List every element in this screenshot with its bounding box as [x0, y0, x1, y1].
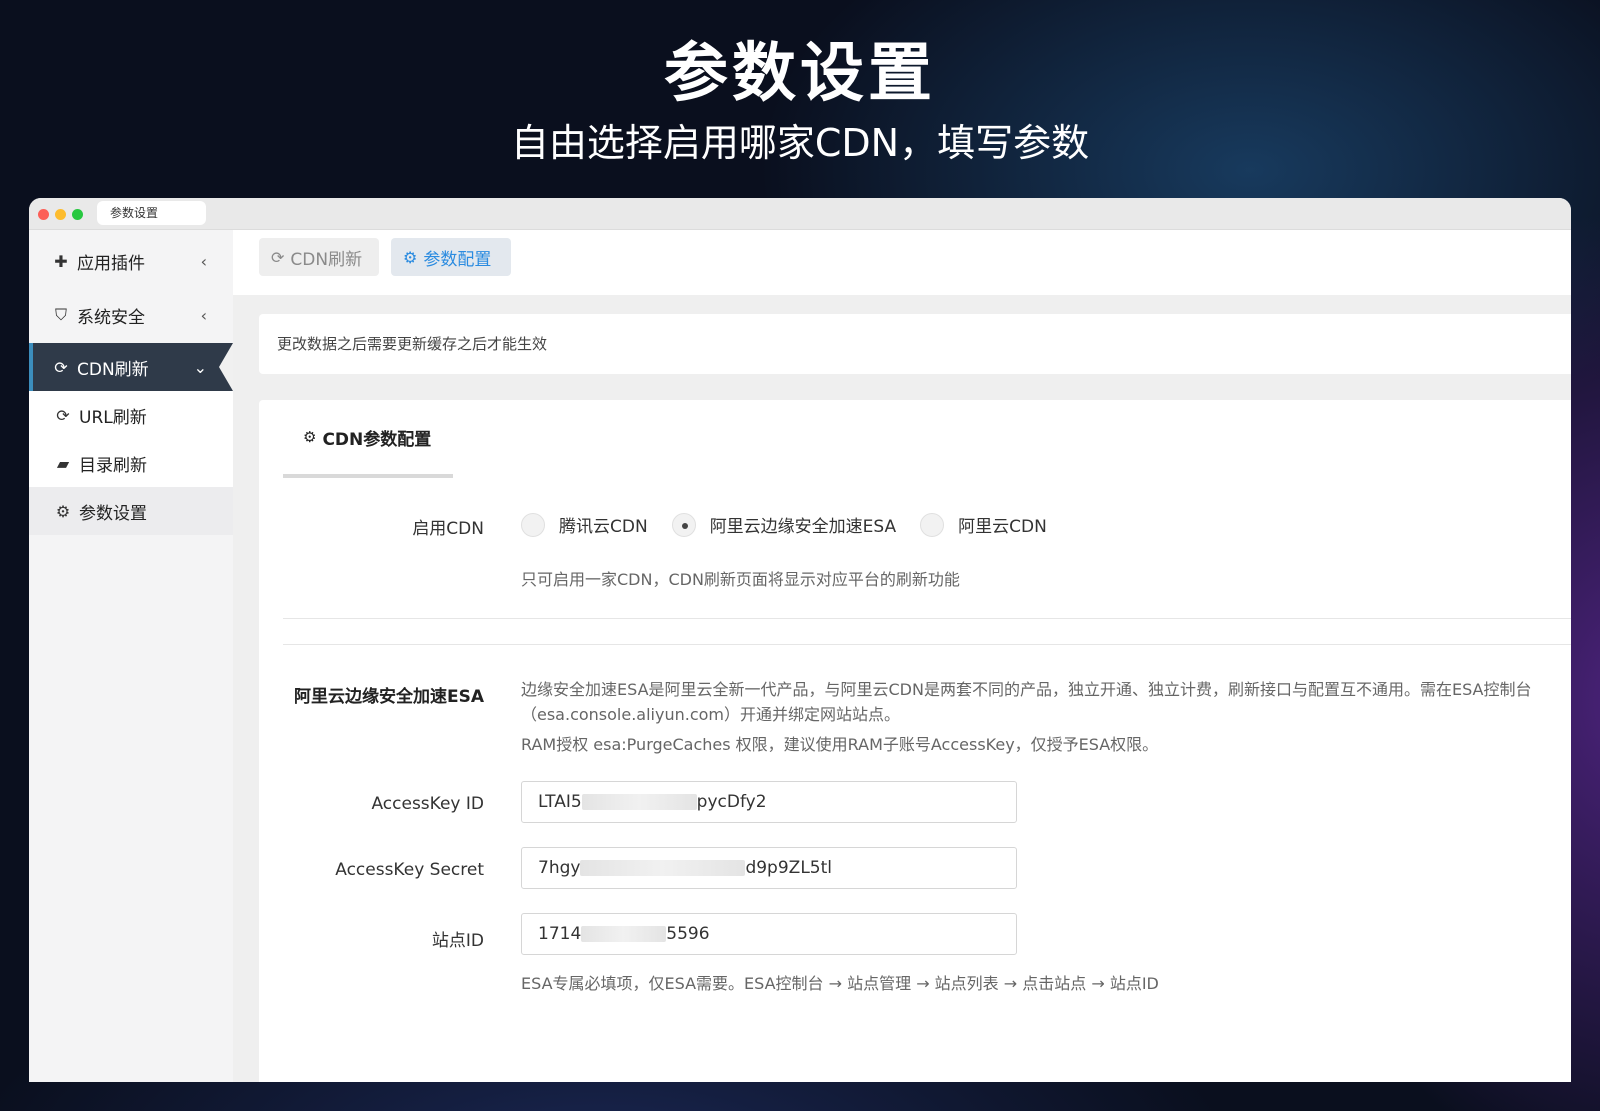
esa-description: 边缘安全加速ESA是阿里云全新一代产品，与阿里云CDN是两套不同的产品，独立开通… [521, 680, 1532, 724]
config-card: ⚙ CDN参数配置 启用CDN 腾讯云CDN 阿里云边缘安全加速ESA 阿里云C… [259, 400, 1571, 1082]
radio-aliyun-cdn[interactable] [920, 512, 945, 537]
minimize-window-button[interactable] [55, 209, 66, 220]
access-key-id-input[interactable]: LTAI5 pycDfy2 [521, 781, 1017, 823]
refresh-icon: ⟳ [56, 405, 70, 425]
sidebar: ✚ 应用插件 ‹ ⛉ 系统安全 ‹ ⟳ CDN刷新 ⌄ ⟳ URL刷新 ▰ 目录… [29, 230, 233, 1082]
chevron-left-icon: ‹ [200, 305, 207, 325]
folder-open-icon: ▰ [56, 453, 70, 473]
card-tab-label: CDN参数配置 [322, 429, 432, 450]
hero-title: 参数设置 [664, 37, 936, 111]
close-window-button[interactable] [38, 209, 49, 220]
active-indicator [219, 343, 233, 391]
site-id-input[interactable]: 1714 5596 [521, 913, 1017, 955]
chevron-down-icon: ⌄ [193, 357, 207, 377]
value-start: 7hgy [538, 858, 581, 878]
value-end: 5596 [666, 924, 710, 944]
value-start: LTAI5 [538, 792, 582, 812]
sidebar-item-params[interactable]: ⚙ 参数设置 [29, 487, 233, 535]
cache-notice: 更改数据之后需要更新缓存之后才能生效 [259, 314, 1571, 374]
access-key-id-label: AccessKey ID [371, 794, 484, 814]
esa-section-label: 阿里云边缘安全加速ESA [293, 687, 484, 707]
sidebar-item-label: 应用插件 [77, 253, 145, 274]
ram-note: RAM授权 esa:PurgeCaches 权限，建议使用RAM子账号Acces… [521, 735, 1159, 754]
value-start: 1714 [538, 924, 582, 944]
gear-icon: ⚙ [303, 428, 317, 446]
divider [283, 644, 1571, 645]
main-content: ⟳ CDN刷新 ⚙ 参数配置 更改数据之后需要更新缓存之后才能生效 ⚙ CDN参… [233, 230, 1571, 1082]
chevron-left-icon: ‹ [200, 251, 207, 271]
shield-icon: ⛉ [54, 305, 67, 324]
enable-cdn-label: 启用CDN [412, 519, 484, 539]
sidebar-item-label: 系统安全 [77, 307, 145, 328]
browser-tab[interactable]: 参数设置 [97, 201, 206, 225]
radio-tencent-cdn[interactable] [521, 512, 545, 537]
divider [283, 618, 1571, 619]
redaction-blur [581, 794, 697, 810]
sidebar-item-cdn-refresh[interactable]: ⟳ CDN刷新 ⌄ [29, 343, 233, 391]
sidebar-item-label: CDN刷新 [77, 359, 149, 380]
value-end: d9p9ZL5tl [745, 858, 832, 878]
sidebar-item-plugins[interactable]: ✚ 应用插件 ‹ [29, 236, 233, 286]
enable-cdn-help: 只可启用一家CDN，CDN刷新页面将显示对应平台的刷新功能 [521, 570, 960, 589]
site-id-help: ESA专属必填项，仅ESA需要。ESA控制台 → 站点管理 → 站点列表 → 点… [521, 974, 1159, 993]
puzzle-icon: ✚ [54, 251, 68, 271]
radio-label-tencent[interactable]: 腾讯云CDN [559, 512, 648, 537]
tab-params-config[interactable]: ⚙ 参数配置 [391, 238, 511, 276]
tab-label: CDN刷新 [290, 249, 363, 270]
site-id-label: 站点ID [431, 931, 484, 951]
app-window: 参数设置 ✚ 应用插件 ‹ ⛉ 系统安全 ‹ ⟳ CDN刷新 ⌄ ⟳ URL刷新… [29, 198, 1571, 1082]
value-end: pycDfy2 [696, 792, 767, 812]
redaction-blur [580, 860, 746, 876]
gear-icon: ⚙ [403, 247, 418, 267]
refresh-icon: ⟳ [54, 357, 68, 377]
sidebar-item-label: 参数设置 [79, 503, 147, 524]
maximize-window-button[interactable] [72, 209, 83, 220]
access-key-secret-label: AccessKey Secret [335, 860, 484, 880]
sidebar-item-url-refresh[interactable]: ⟳ URL刷新 [29, 391, 233, 439]
sidebar-item-label: 目录刷新 [79, 455, 147, 476]
radio-label-esa[interactable]: 阿里云边缘安全加速ESA [710, 512, 896, 537]
sidebar-item-dir-refresh[interactable]: ▰ 目录刷新 [29, 439, 233, 487]
top-tabbar: ⟳ CDN刷新 ⚙ 参数配置 [233, 230, 1571, 295]
window-titlebar: 参数设置 [29, 198, 1571, 230]
radio-label-aliyun-cdn[interactable]: 阿里云CDN [958, 512, 1047, 537]
sidebar-item-security[interactable]: ⛉ 系统安全 ‹ [29, 290, 233, 340]
radio-aliyun-esa[interactable] [671, 512, 696, 537]
tab-cdn-params[interactable]: ⚙ CDN参数配置 [283, 400, 453, 478]
tab-cdn-refresh[interactable]: ⟳ CDN刷新 [259, 238, 379, 276]
gear-icon: ⚙ [55, 501, 71, 521]
tab-label: 参数配置 [423, 249, 492, 270]
cdn-radio-group: 腾讯云CDN 阿里云边缘安全加速ESA 阿里云CDN [521, 512, 1071, 537]
refresh-icon: ⟳ [271, 247, 285, 267]
access-key-secret-input[interactable]: 7hgy d9p9ZL5tl [521, 847, 1017, 889]
sidebar-item-label: URL刷新 [79, 407, 147, 428]
hero-subtitle: 自由选择启用哪家CDN，填写参数 [510, 121, 1090, 165]
redaction-blur [581, 926, 667, 942]
